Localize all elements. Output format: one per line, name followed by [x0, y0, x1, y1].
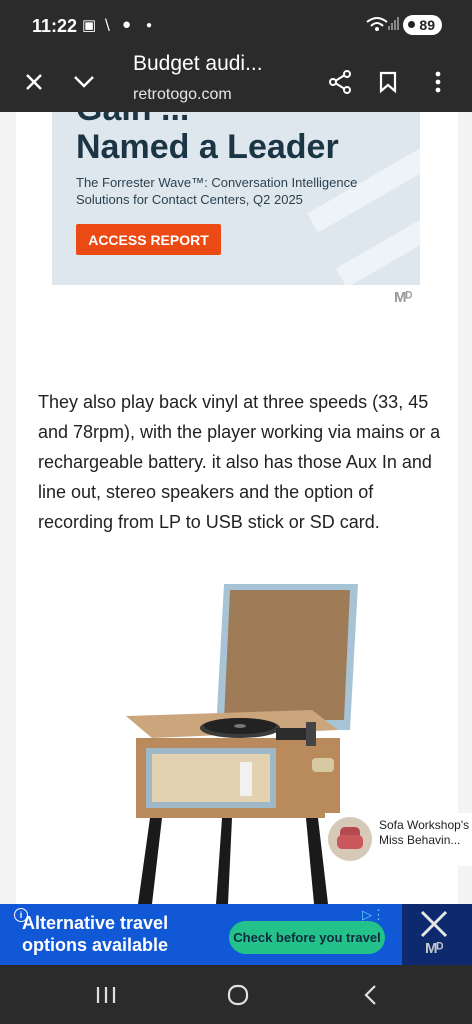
recommendation-card[interactable]: Sofa Workshop's Miss Behavin...: [325, 813, 472, 866]
article-paragraph: They also play back vinyl at three speed…: [38, 392, 441, 532]
check-before-travel-button[interactable]: Check before you travel: [229, 921, 385, 954]
home-icon[interactable]: [208, 975, 268, 1015]
battery-indicator: 89: [403, 15, 442, 35]
ad-network-logo: Mᴰ: [394, 289, 412, 306]
status-time: 11:22: [32, 16, 78, 36]
adchoices-icon[interactable]: ▷⋮: [362, 907, 385, 923]
call-icon: ∖: [102, 17, 112, 34]
status-bar: 11:22 ▣ ∖ ● ● 89: [0, 0, 472, 52]
ad-subtitle: The Forrester Wave™: Conversation Intell…: [76, 175, 358, 207]
top-ad-banner[interactable]: Gain ... Named a Leader The Forrester Wa…: [52, 112, 420, 285]
screenshot-icon: ▣: [82, 17, 97, 34]
access-report-button[interactable]: ACCESS REPORT: [76, 224, 221, 255]
dot-icon: ●: [146, 20, 153, 31]
bottom-ad-banner[interactable]: i Alternative travel options available C…: [0, 904, 472, 965]
back-icon[interactable]: [340, 975, 400, 1015]
close-icon[interactable]: [14, 62, 54, 102]
page-url: retrotogo.com: [133, 86, 232, 103]
bottom-ad-text: Alternative travel options available: [22, 913, 169, 955]
more-vert-icon[interactable]: [418, 62, 458, 102]
soccer-ball-icon: ●: [122, 16, 132, 33]
signal-icon: [388, 16, 400, 34]
bookmark-icon[interactable]: [368, 62, 408, 102]
share-icon[interactable]: [320, 62, 360, 102]
page-title: Budget audi...: [133, 52, 263, 75]
custom-tab-toolbar: Budget audi... retrotogo.com: [0, 52, 472, 112]
recents-icon[interactable]: [76, 975, 136, 1015]
chevron-down-icon[interactable]: [64, 62, 104, 102]
bottom-ad-body[interactable]: i Alternative travel options available C…: [0, 904, 402, 965]
recommendation-title: Sofa Workshop's Miss Behavin...: [379, 818, 470, 847]
wifi-icon: [366, 16, 388, 36]
system-nav-bar: [0, 965, 472, 1024]
article-content: Gain ... Named a Leader The Forrester Wa…: [16, 112, 458, 904]
ad-cut-heading: Gain ...: [76, 112, 189, 129]
ad-network-logo: Mᴰ: [425, 940, 443, 957]
close-ad-icon[interactable]: [415, 910, 453, 938]
sofa-thumbnail: [328, 817, 372, 861]
ad-heading: Named a Leader: [76, 128, 339, 166]
